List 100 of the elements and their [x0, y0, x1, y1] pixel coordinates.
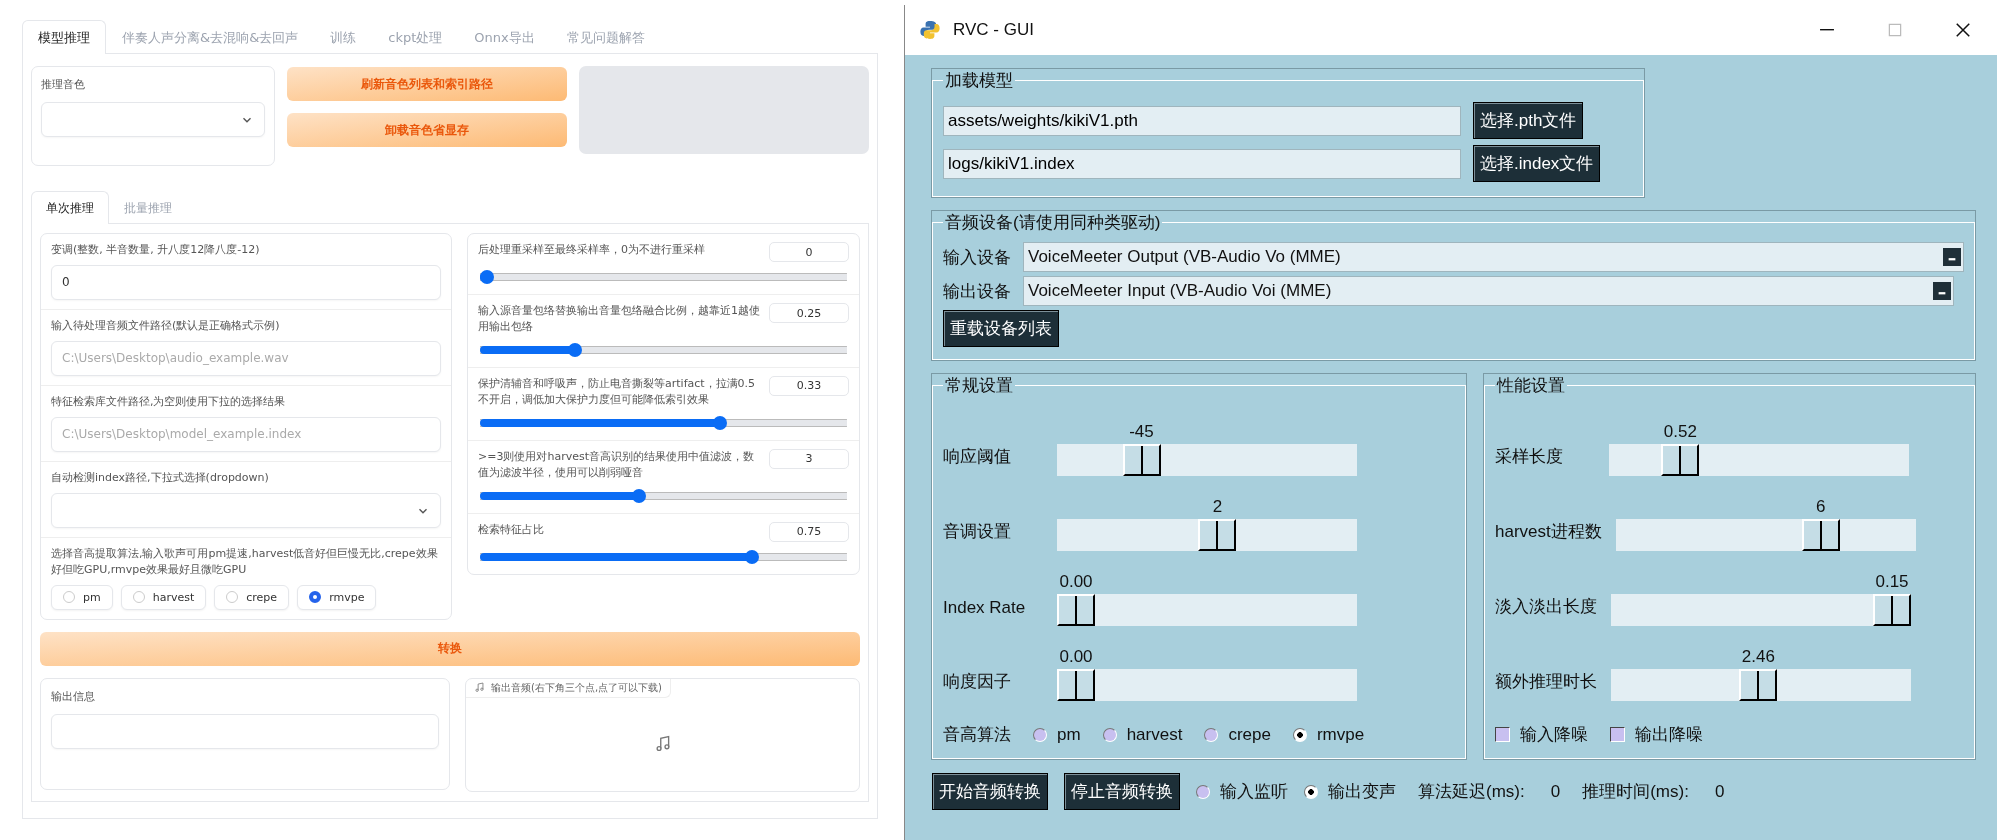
slider-track[interactable] [1057, 669, 1357, 701]
slider-value: 0.00 [1059, 572, 1093, 592]
text-field[interactable]: C:\Users\Desktop\model_example.index [51, 416, 441, 452]
slider-label: 检索特征占比 [478, 521, 545, 538]
slider-track[interactable] [480, 549, 847, 564]
path-field[interactable]: assets/weights/kikiV1.pth [943, 105, 1461, 136]
field-label: 输入设备 [943, 246, 1011, 269]
radio-button[interactable] [1033, 727, 1047, 742]
slider-track[interactable] [480, 415, 847, 430]
slider-thumb[interactable] [1198, 519, 1237, 551]
action-button[interactable]: 开始音频转换 [932, 773, 1048, 810]
slider-thumb[interactable] [631, 488, 646, 503]
checkbox[interactable] [1610, 727, 1625, 742]
number-field[interactable]: 0.25 [769, 303, 849, 323]
checkbox-option[interactable]: 输出降噪 [1610, 723, 1703, 746]
slider-thumb[interactable] [1801, 519, 1840, 551]
slider-track[interactable] [480, 270, 847, 284]
radio-option[interactable]: harvest [120, 584, 207, 610]
group-title: 音频设备(请使用同种类驱动) [944, 212, 1162, 234]
slider-thumb[interactable] [1739, 669, 1778, 701]
radio-option[interactable]: 输入监听 [1196, 780, 1288, 803]
number-field[interactable]: 3 [769, 448, 849, 469]
field-label: 变调(整数, 半音数量, 升八度12降八度-12) [51, 242, 261, 258]
checkbox-option[interactable]: 输入降噪 [1495, 723, 1588, 746]
radio-option[interactable]: 输出变声 [1304, 780, 1396, 803]
number-field[interactable]: 0.75 [769, 521, 849, 542]
slider-label: 输入源音量包络替换输出音量包络融合比例，越靠近1越使用输出包络 [478, 303, 761, 335]
text-field[interactable]: 0 [51, 264, 441, 300]
radio-option[interactable]: crepe [214, 584, 290, 610]
stat-label: 算法延迟(ms): [1418, 781, 1525, 803]
slider-thumb[interactable] [1122, 444, 1161, 476]
device-dropdown[interactable]: VoiceMeeter Output (VB-Audio Vo (MME) [1023, 242, 1964, 272]
slider-value: 0.15 [1875, 572, 1909, 592]
slider-value: 2 [1212, 497, 1223, 517]
tab[interactable]: 单次推理 [31, 191, 109, 224]
reload-button[interactable]: 重载设备列表 [943, 310, 1059, 347]
slider-label: 音调设置 [943, 521, 1012, 543]
slider-label: >=3则使用对harvest音高识别的结果使用中值滤波，数值为滤波半径，使用可以削弱哑音 [478, 448, 755, 481]
slider-thumb[interactable] [744, 549, 759, 564]
choose-file-button[interactable]: 选择.pth文件 [1473, 102, 1584, 139]
app-icon [919, 19, 941, 41]
slider-track[interactable] [1611, 594, 1911, 626]
slider-value: -45 [1129, 422, 1154, 442]
checkbox[interactable] [1495, 727, 1510, 742]
slider-label: 额外推理时长 [1495, 671, 1597, 693]
group-title: 常规设置 [944, 375, 1014, 397]
slider-thumb[interactable] [480, 270, 494, 284]
slider-thumb[interactable] [1057, 594, 1095, 626]
number-field[interactable]: 0.33 [769, 375, 849, 396]
path-field[interactable]: logs/kikiV1.index [943, 148, 1461, 179]
slider-thumb[interactable] [1873, 594, 1911, 626]
radio-option[interactable]: pm [1033, 724, 1081, 745]
field-label: 输出信息 [51, 688, 96, 705]
field-label: 输出设备 [943, 280, 1011, 303]
stat-value: 0 [1714, 781, 1725, 802]
radio-button[interactable] [1102, 727, 1117, 742]
audio-label: 输出音频(右下角三个点,点了可以下载) [491, 680, 662, 695]
field-label: 自动检测index路径,下拉式选择(dropdown) [51, 469, 270, 486]
radio-button[interactable] [1292, 727, 1307, 742]
action-button[interactable]: 停止音频转换 [1064, 773, 1180, 810]
slider-value: 0.00 [1059, 647, 1093, 667]
number-field[interactable]: 0 [769, 242, 849, 262]
slider-track[interactable] [1057, 519, 1357, 551]
radio-option[interactable]: crepe [1204, 724, 1271, 745]
group-title: 性能设置 [1495, 375, 1566, 397]
radio-option[interactable]: pm [51, 584, 113, 610]
slider-thumb[interactable] [1661, 444, 1700, 476]
slider-value: 2.46 [1741, 647, 1775, 667]
slider-track[interactable] [1615, 519, 1916, 551]
window-title: RVC - GUI [953, 20, 1034, 40]
slider-thumb[interactable] [712, 415, 727, 430]
slider-label: 响度因子 [943, 671, 1012, 693]
radio-button[interactable] [1196, 784, 1210, 799]
slider-label: 保护清辅音和呼吸声，防止电音撕裂等artifact，拉满0.5不开启，调低加大保护力度但可能降低索引效果 [478, 375, 757, 408]
slider-track[interactable] [1611, 669, 1911, 701]
radio-option[interactable]: rmvpe [297, 584, 377, 610]
field-label: 特征检索库文件路径,为空则使用下拉的选择结果 [51, 393, 287, 410]
slider-track[interactable] [1057, 444, 1357, 476]
radio-option[interactable]: rmvpe [1292, 724, 1365, 745]
tab[interactable]: 模型推理 [22, 20, 106, 54]
slider-value: 6 [1816, 497, 1826, 517]
slider-track[interactable] [480, 342, 847, 357]
device-dropdown[interactable]: VoiceMeeter Input (VB-Audio Voi (MME) [1023, 276, 1954, 306]
slider-label: 后处理重采样至最终采样率，0为不进行重采样 [478, 242, 706, 258]
slider-thumb[interactable] [1057, 669, 1095, 701]
choose-file-button[interactable]: 选择.index文件 [1473, 145, 1601, 182]
field-label: 音高算法 [943, 724, 1011, 746]
music-note-icon [474, 682, 485, 694]
output-field[interactable] [51, 713, 439, 749]
radio-option[interactable]: harvest [1102, 724, 1183, 745]
radio-button[interactable] [1304, 784, 1318, 799]
close-icon [1953, 20, 1973, 40]
radio-button[interactable] [309, 591, 322, 604]
stat-label: 推理时间(ms): [1582, 781, 1689, 803]
slider-track[interactable] [480, 488, 847, 503]
slider-thumb[interactable] [568, 342, 583, 357]
slider-track[interactable] [1609, 444, 1909, 476]
text-field[interactable]: C:\Users\Desktop\audio_example.wav [51, 340, 441, 376]
radio-button[interactable] [1204, 727, 1219, 742]
slider-track[interactable] [1057, 594, 1357, 626]
